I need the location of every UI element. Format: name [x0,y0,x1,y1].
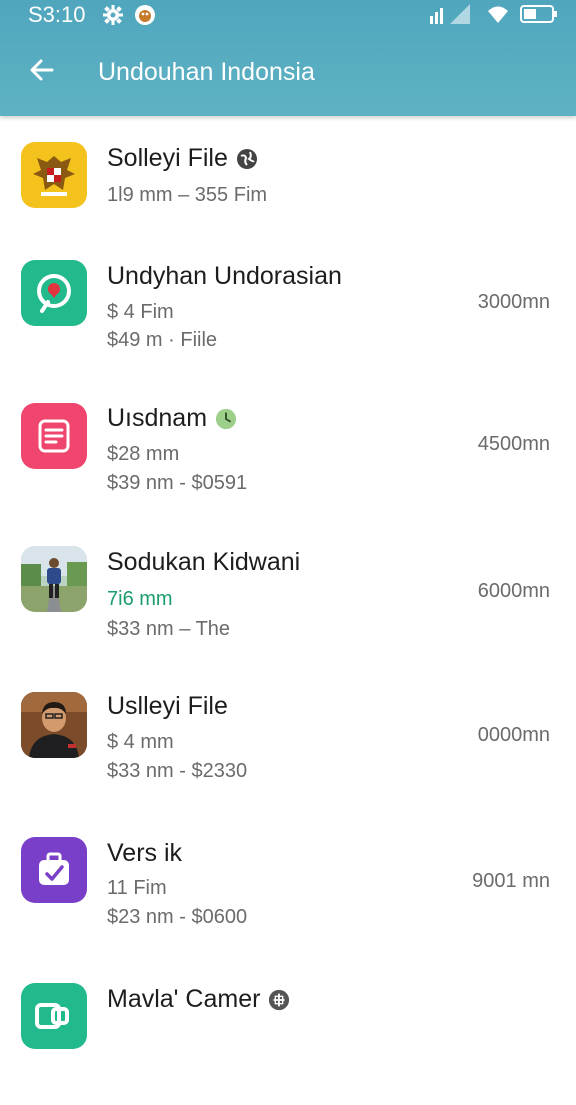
item-detail: $39 nm - $0591 [107,472,248,494]
item-title: Mavla' Camer [107,985,261,1013]
list-item[interactable]: Vers ik 11 Fim $23 nm - $0600 9001 mn [0,813,576,960]
item-size: 6000mn [477,580,550,602]
man-portrait-icon [21,692,87,758]
back-button[interactable] [22,52,62,92]
item-title: Vers ik [107,839,183,867]
list-item[interactable]: Uısdnam $28 mm $39 nm - $0591 4500mn [0,380,576,523]
wifi-icon [486,4,510,29]
arrow-left-icon [28,56,56,89]
camera-app-icon [21,983,87,1049]
globe-icon [236,148,258,170]
item-title: Solleyi File [107,144,228,172]
item-title: Sodukan Kidwani [107,548,301,576]
item-detail: 7i6 mm [107,588,173,610]
item-title: Uslleyi File [107,692,228,720]
plugin-icon [268,989,290,1011]
status-time: S3:10 [28,2,86,27]
status-bar: S3:10 [0,0,576,30]
list-item[interactable]: Mavla' Camer [0,959,576,1105]
person-photo-icon [21,546,87,612]
item-title: Undyhan Undorasian [107,262,342,290]
item-detail: 1l9 mm – 355 Fim [107,184,268,206]
item-size: 0000mn [477,724,550,746]
location-pin-icon [21,260,87,326]
briefcase-check-icon [21,837,87,903]
item-detail: $28 mm [107,443,180,465]
document-list-icon [21,403,87,469]
item-detail: $ 4 Fim [107,301,174,323]
item-size: 3000mn [477,291,550,313]
battery-icon [520,4,558,29]
page-title: Undouhan Indonsia [98,58,315,86]
list-item[interactable]: Undyhan Undorasian $ 4 Fim $49 m · Fiile… [0,237,576,381]
settings-gear-icon [102,4,124,31]
list-item[interactable]: Solleyi File 1l9 mm – 355 Fim [0,116,576,238]
clock-icon [215,408,237,430]
list-item[interactable]: Uslleyi File $ 4 mm $33 nm - $2330 0000m… [0,667,576,814]
item-detail: 11 Fim [107,877,167,899]
app-bar: S3:10 Undouhan Indonsia [0,0,576,116]
item-size: 4500mn [477,433,550,455]
item-title: Uısdnam [107,404,208,432]
item-detail: $49 m · Fiile [107,329,218,351]
item-detail: $ 4 mm [107,731,174,753]
item-detail: $33 nm - $2330 [107,760,248,782]
item-size: 9001 mn [472,870,550,892]
signal-icon [430,4,476,29]
notification-app-icon [134,4,156,31]
garuda-emblem-icon [21,142,87,208]
list-item[interactable]: Sodukan Kidwani 7i6 mm $33 nm – The 6000… [0,522,576,668]
item-detail: $33 nm – The [107,618,231,640]
item-detail: $23 nm - $0600 [107,906,248,928]
